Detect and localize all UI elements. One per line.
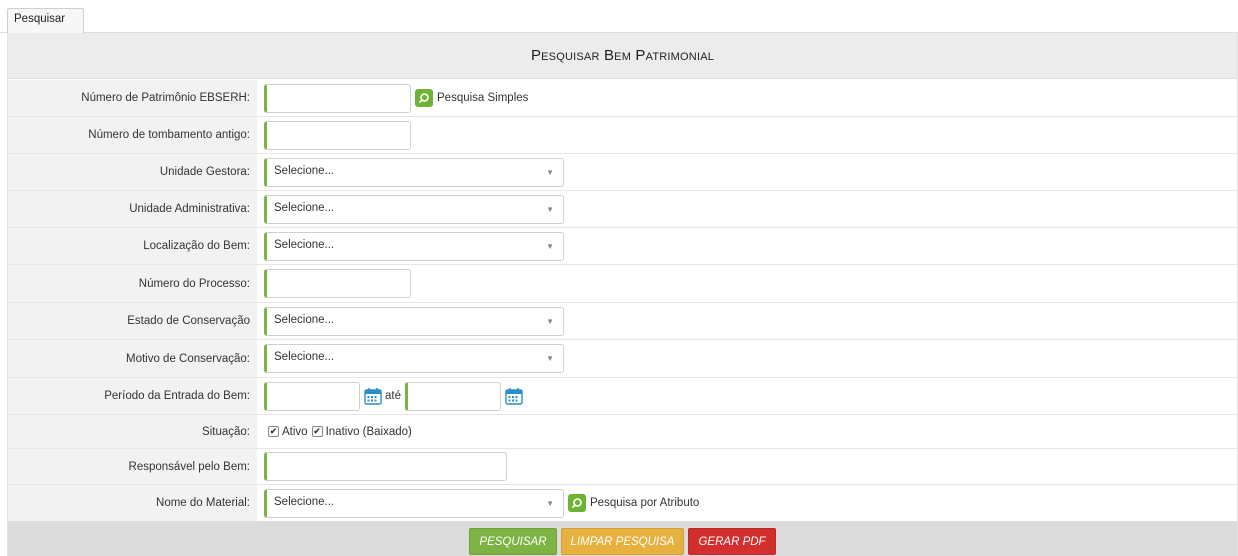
localizacao-value: Selecione... (274, 238, 335, 251)
search-panel: Pesquisar Bem Patrimonial Número de Patr… (7, 33, 1238, 556)
processo-input[interactable] (264, 269, 411, 298)
inativo-checkbox[interactable]: ✔ (311, 426, 323, 437)
chevron-down-icon: ▼ (546, 316, 554, 326)
row-tombamento: Número de tombamento antigo: (8, 117, 1237, 154)
chevron-down-icon: ▼ (546, 241, 554, 251)
tombamento-input[interactable] (264, 120, 411, 150)
row-motivo: Motivo de Conservação: Selecione... ▼ (8, 340, 1237, 378)
responsavel-label: Responsável pelo Bem: (8, 449, 257, 484)
chevron-down-icon: ▼ (546, 167, 554, 177)
row-localizacao: Localização do Bem: Selecione... ▼ (8, 228, 1237, 265)
ativo-checkbox-label[interactable]: Ativo (282, 426, 308, 438)
unidade-administrativa-select[interactable]: Selecione... ▼ (264, 194, 564, 224)
calendar-icon[interactable] (505, 387, 523, 405)
situacao-label: Situação: (8, 415, 257, 448)
row-estado: Estado de Conservação Selecione... ▼ (8, 303, 1237, 340)
row-situacao: Situação: ✔ Ativo ✔ Inativo (Baixado) (8, 415, 1237, 449)
material-select[interactable]: Selecione... ▼ (264, 488, 564, 518)
row-periodo: Período da Entrada do Bem: até (8, 378, 1237, 415)
row-processo: Número do Processo: (8, 265, 1237, 303)
material-value: Selecione... (274, 495, 335, 508)
motivo-value: Selecione... (274, 351, 335, 363)
material-label: Nome do Material: (8, 485, 257, 521)
unidade-administrativa-label: Unidade Administrativa: (8, 191, 257, 227)
row-material: Nome do Material: Selecione... ▼ Pesquis… (8, 485, 1237, 521)
localizacao-label: Localização do Bem: (8, 228, 257, 264)
responsavel-input[interactable] (264, 452, 507, 481)
search-icon[interactable] (415, 89, 433, 107)
tab-pesquisar[interactable]: Pesquisar (7, 8, 84, 34)
limpar-pesquisa-button[interactable]: LIMPAR PESQUISA (560, 528, 685, 555)
row-patrimonio: Número de Patrimônio EBSERH: Pesquisa Si… (8, 80, 1237, 117)
pesquisar-button[interactable]: PESQUISAR (469, 528, 557, 555)
tab-bar: Pesquisar (0, 0, 1238, 34)
page-title: Pesquisar Bem Patrimonial (8, 33, 1237, 79)
periodo-fim-input[interactable] (405, 381, 501, 411)
chevron-down-icon: ▼ (546, 498, 554, 508)
unidade-gestora-select[interactable]: Selecione... ▼ (264, 157, 564, 187)
estado-value: Selecione... (274, 313, 335, 326)
unidade-gestora-value: Selecione... (274, 164, 335, 177)
row-unidade-gestora: Unidade Gestora: Selecione... ▼ (8, 154, 1237, 191)
unidade-gestora-label: Unidade Gestora: (8, 154, 257, 190)
processo-label: Número do Processo: (8, 265, 257, 302)
unidade-administrativa-value: Selecione... (274, 201, 335, 214)
ativo-checkbox[interactable]: ✔ (268, 426, 279, 437)
row-responsavel: Responsável pelo Bem: (8, 449, 1237, 485)
estado-select[interactable]: Selecione... ▼ (264, 306, 564, 336)
action-bar: PESQUISAR LIMPAR PESQUISA GERAR PDF (8, 521, 1237, 556)
motivo-select[interactable]: Selecione... ▼ (264, 344, 564, 373)
search-icon[interactable] (568, 494, 586, 512)
localizacao-select[interactable]: Selecione... ▼ (264, 231, 564, 261)
motivo-label: Motivo de Conservação: (8, 340, 257, 377)
chevron-down-icon: ▼ (546, 354, 554, 363)
periodo-separator: até (385, 390, 401, 402)
periodo-label: Período da Entrada do Bem: (8, 378, 257, 414)
pesquisa-simples-link[interactable]: Pesquisa Simples (437, 92, 528, 104)
pesquisa-atributo-link[interactable]: Pesquisa por Atributo (590, 497, 699, 509)
row-unidade-administrativa: Unidade Administrativa: Selecione... ▼ (8, 191, 1237, 228)
tombamento-label: Número de tombamento antigo: (8, 117, 257, 153)
chevron-down-icon: ▼ (546, 204, 554, 214)
calendar-icon[interactable] (364, 387, 382, 405)
gerar-pdf-button[interactable]: GERAR PDF (688, 528, 776, 555)
patrimonio-label: Número de Patrimônio EBSERH: (8, 80, 257, 116)
patrimonio-input[interactable] (264, 83, 411, 113)
estado-label: Estado de Conservação (8, 303, 257, 339)
inativo-checkbox-label[interactable]: Inativo (Baixado) (326, 426, 412, 438)
periodo-inicio-input[interactable] (264, 381, 360, 411)
